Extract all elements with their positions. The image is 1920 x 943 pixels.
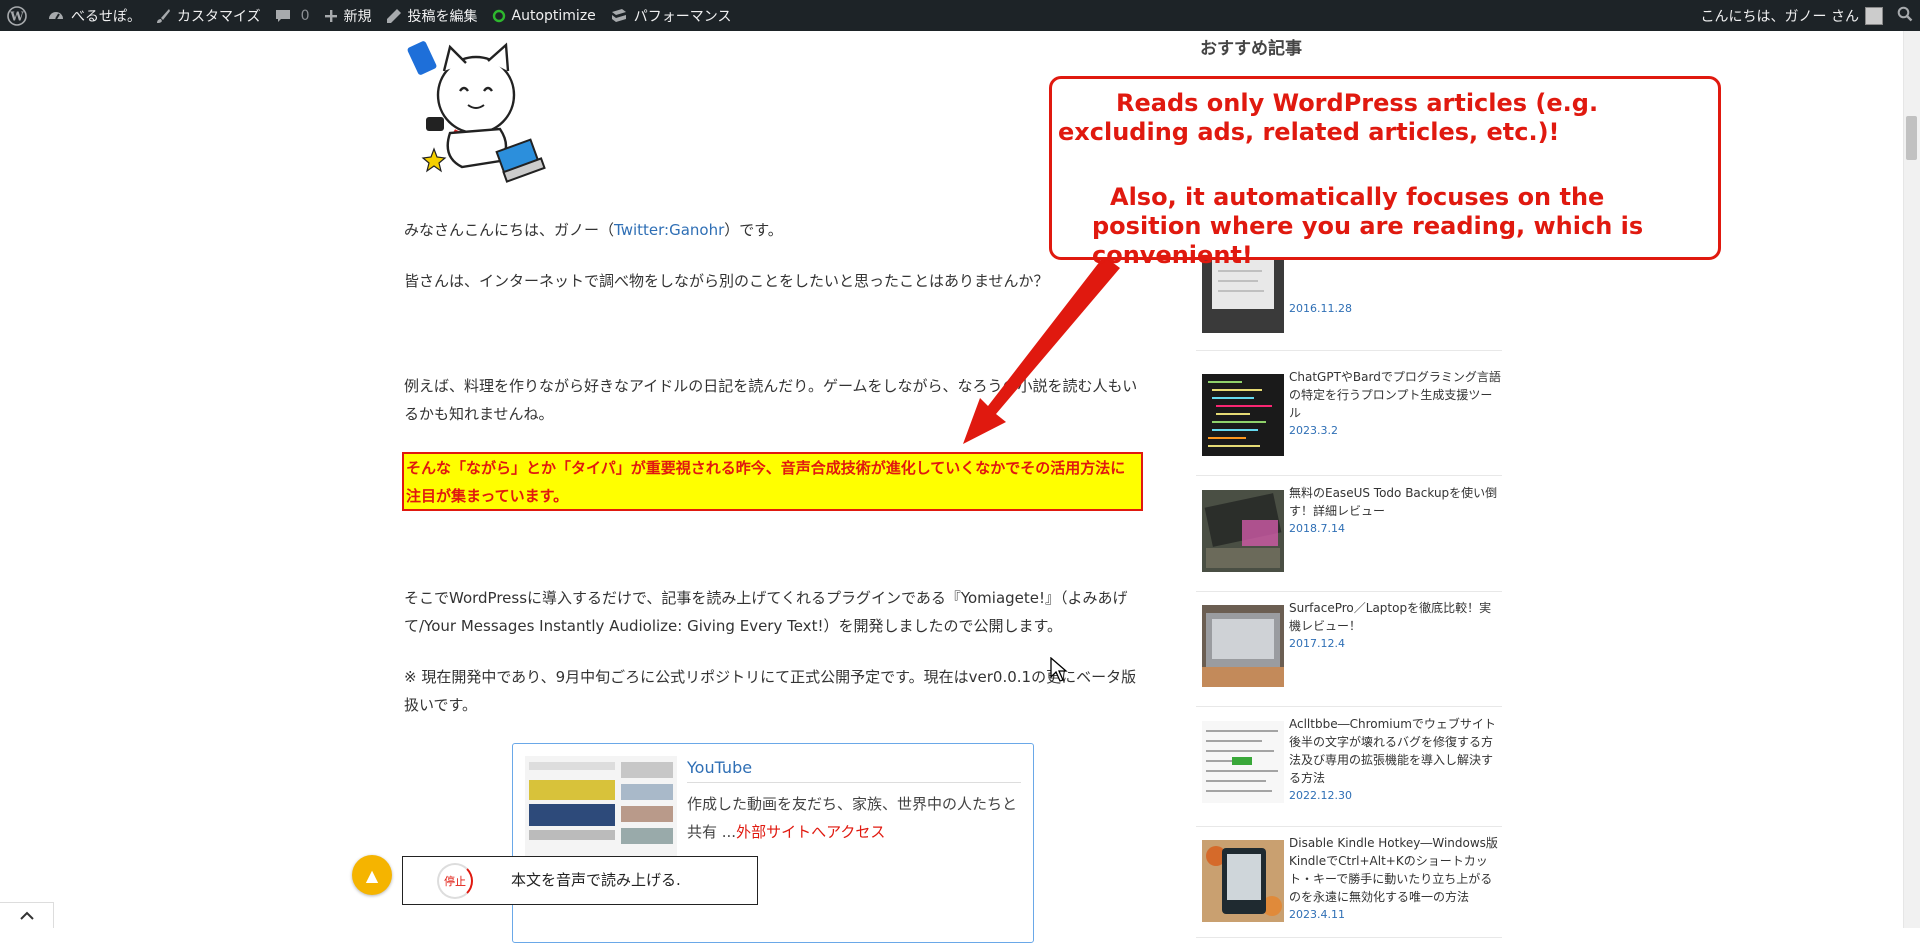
mouse-cursor-icon: [1050, 657, 1068, 682]
comments-link[interactable]: 0: [268, 0, 317, 31]
performance-link[interactable]: パフォーマンス: [603, 0, 739, 31]
svg-text:W: W: [9, 9, 24, 23]
edit-post-link[interactable]: 投稿を編集: [379, 0, 485, 31]
article-thumbnail: [1202, 840, 1284, 922]
plus-icon: [324, 9, 338, 23]
annotation-callout: Reads only WordPress articles (e.g. excl…: [1049, 76, 1721, 269]
article-thumbnail: [1202, 374, 1284, 456]
article-title[interactable]: Disable Kindle Hotkey―Windows版KindleでCtr…: [1289, 834, 1501, 906]
article-date: 2023.4.11: [1289, 908, 1345, 921]
read-aloud-player: 停止 本文を音声で読み上げる.: [402, 856, 758, 905]
sidebar-article-card[interactable]: SurfacePro／Laptopを徹底比較！実機レビュー！ 2017.12.4: [1196, 599, 1502, 707]
article-date: 2022.12.30: [1289, 789, 1352, 802]
admin-bar: W べるせぽ。 カスタマイズ 0 新規 投稿を編集 Autoptimize パフ…: [0, 0, 1920, 31]
article-title[interactable]: 無料のEaseUS Todo Backupを使い倒す！詳細レビュー: [1289, 484, 1501, 520]
article-title[interactable]: SurfacePro／Laptopを徹底比較！実機レビュー！: [1289, 599, 1501, 635]
autoptimize-label: Autoptimize: [511, 7, 596, 24]
article-thumbnail: [1202, 605, 1284, 687]
customize-label: カスタマイズ: [177, 8, 261, 25]
dev-note-paragraph: ※ 現在開発中であり、9月中旬ごろに公式リポジトリにて正式公開予定です。現在はv…: [404, 668, 1137, 714]
intro-text: みなさんこんにちは、ガノー（: [404, 221, 615, 239]
external-site-link[interactable]: 外部サイトへアクセス: [736, 823, 885, 841]
article-date: 2023.3.2: [1289, 424, 1338, 437]
page-scrollbar[interactable]: [1903, 31, 1920, 928]
sidebar-article-card[interactable]: 無料のEaseUS Todo Backupを使い倒す！詳細レビュー 2018.7…: [1196, 484, 1502, 592]
avatar: [1865, 6, 1883, 25]
sidebar-article-card[interactable]: ChatGPTやBardでプログラミング言語の特定を行うプロンプト生成支援ツール…: [1196, 368, 1502, 476]
triangle-up-icon: ▲: [365, 865, 379, 885]
cat-mascot-image: [404, 37, 554, 187]
highlighted-paragraph: そんな「ながら」とか「タイパ」が重要視される昨今、音声合成技術が進化していくなか…: [402, 452, 1143, 511]
brush-icon: [155, 8, 171, 24]
collapse-toggle-button[interactable]: [0, 902, 54, 928]
comment-bubble-icon: [275, 8, 291, 24]
article-date: 2017.12.4: [1289, 637, 1345, 650]
comments-count: 0: [300, 7, 310, 24]
plugin-intro-paragraph: そこでWordPressに導入するだけで、記事を読み上げてくれるプラグインである…: [404, 589, 1128, 635]
dashboard-icon: [47, 7, 65, 25]
new-content-link[interactable]: 新規: [317, 0, 379, 31]
scroll-to-top-button[interactable]: ▲: [352, 855, 392, 895]
embed-title[interactable]: YouTube: [687, 754, 752, 782]
article-title[interactable]: ChatGPTやBardでプログラミング言語の特定を行うプロンプト生成支援ツール: [1289, 368, 1501, 422]
wordpress-logo-button[interactable]: W: [0, 0, 40, 31]
youtube-thumbnail: [525, 756, 677, 856]
sidebar-article-card[interactable]: Disable Kindle Hotkey―Windows版KindleでCtr…: [1196, 834, 1502, 938]
pencil-icon: [386, 8, 402, 24]
chevron-up-icon: [19, 906, 35, 925]
admin-search-button[interactable]: [1890, 0, 1920, 31]
search-icon: [1897, 6, 1913, 26]
article-date: 2018.7.14: [1289, 522, 1345, 535]
callout-line-1: Reads only WordPress articles (e.g. excl…: [1058, 89, 1599, 146]
status-circle-icon: [492, 9, 506, 23]
cache-layers-icon: [610, 8, 628, 24]
edit-post-label: 投稿を編集: [407, 8, 478, 25]
article-date: 2016.11.28: [1289, 302, 1352, 315]
stop-button[interactable]: 停止: [437, 863, 473, 899]
sidebar-heading: おすすめ記事: [1200, 39, 1302, 59]
youtube-embed-card[interactable]: YouTube 作成した動画を友だち、家族、世界中の人たちと共有 ...外部サイ…: [512, 743, 1034, 943]
new-label: 新規: [343, 8, 372, 25]
greeting-label: こんにちは、ガノー さん: [1700, 8, 1859, 25]
customize-link[interactable]: カスタマイズ: [148, 0, 268, 31]
my-account-link[interactable]: こんにちは、ガノー さん: [1694, 0, 1890, 31]
callout-line-2: Also, it automatically focuses on the po…: [1092, 183, 1644, 269]
wordpress-icon: W: [7, 5, 27, 26]
article-thumbnail: [1202, 721, 1284, 803]
read-aloud-label[interactable]: 本文を音声で読み上げる.: [511, 869, 681, 890]
embed-divider: [687, 782, 1021, 783]
article-title[interactable]: Aclltbbe―Chromiumでウェブサイト後半の文字が壊れるバグを修復する…: [1289, 715, 1501, 787]
twitter-link[interactable]: Twitter:Ganohr: [614, 221, 724, 239]
intro-paragraph: みなさんこんにちは、ガノー（Twitter:Ganohr）です。: [404, 216, 1144, 244]
embed-description: 作成した動画を友だち、家族、世界中の人たちと共有 ...外部サイトへアクセス: [687, 790, 1027, 846]
sidebar-article-card[interactable]: Aclltbbe―Chromiumでウェブサイト後半の文字が壊れるバグを修復する…: [1196, 715, 1502, 827]
performance-label: パフォーマンス: [633, 8, 732, 25]
scrollbar-thumb[interactable]: [1906, 116, 1917, 160]
intro-suffix: ）です。: [724, 221, 783, 239]
example-paragraph: 例えば、料理を作りながら好きなアイドルの日記を読んだり。ゲームをしながら、なろう…: [404, 377, 1138, 423]
site-name-label: べるせぽ。: [71, 8, 141, 25]
autoptimize-link[interactable]: Autoptimize: [485, 0, 603, 31]
question-paragraph: 皆さんは、インターネットで調べ物をしながら別のことをしたいと思ったことはありませ…: [404, 272, 1049, 290]
site-name-link[interactable]: べるせぽ。: [40, 0, 148, 31]
article-thumbnail: [1202, 490, 1284, 572]
